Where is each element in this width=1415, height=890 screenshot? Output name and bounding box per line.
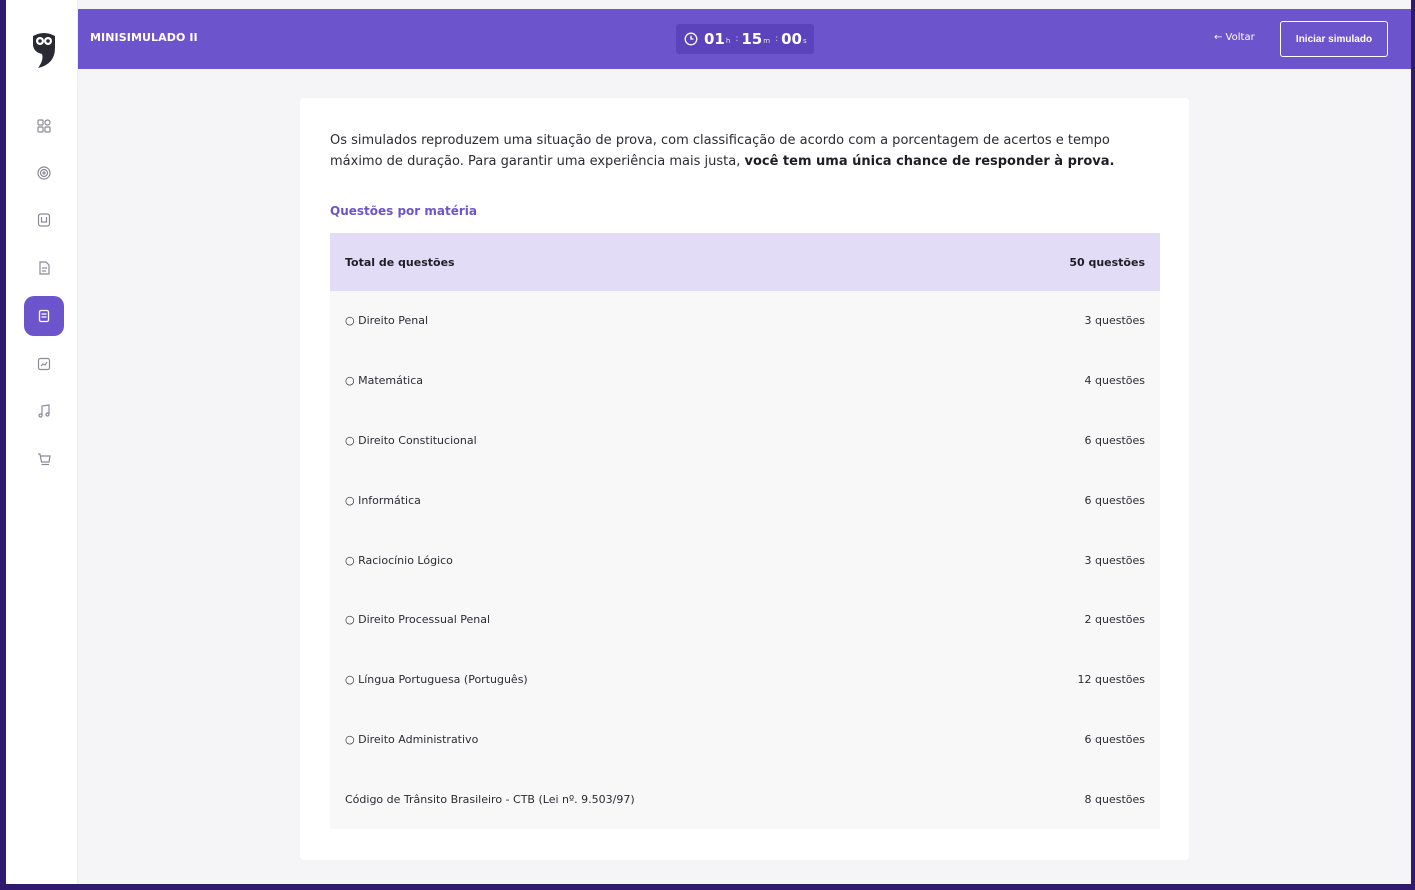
table-row: ○ Direito Administrativo 6 questões (330, 709, 1160, 770)
timer-hours: 01 (704, 30, 725, 48)
subject-name: ○ Informática (345, 493, 421, 507)
simulado-info-card: Os simulados reproduzem uma situação de … (300, 98, 1189, 860)
subject-count: 2 questões (1084, 613, 1146, 627)
back-link[interactable]: ← Voltar (1214, 32, 1255, 43)
table-row: Código de Trânsito Brasileiro - CTB (Lei… (330, 769, 1160, 830)
subject-count: 3 questões (1084, 553, 1146, 567)
table-header-row: Total de questões 50 questões (330, 233, 1160, 291)
timer-seconds-unit: s (802, 37, 807, 45)
table-row: ○ Matemática 4 questões (330, 350, 1160, 411)
subject-count: 6 questões (1084, 732, 1146, 746)
owl-logo-icon[interactable] (30, 30, 58, 70)
table-row: ○ Direito Penal 3 questões (330, 291, 1160, 351)
subjects-table: Total de questões 50 questões ○ Direito … (330, 233, 1160, 830)
total-value: 50 questões (1069, 255, 1145, 269)
target-icon (37, 166, 51, 180)
table-row: ○ Direito Processual Penal 2 questões (330, 589, 1160, 650)
subject-name: ○ Direito Constitucional (345, 433, 477, 447)
timer-seconds: 00 (781, 30, 802, 48)
book-icon (37, 213, 51, 227)
music-icon (38, 404, 50, 418)
clock-icon (684, 32, 698, 46)
intro-text: Os simulados reproduzem uma situação de … (330, 130, 1160, 172)
subject-count: 4 questões (1084, 374, 1146, 388)
subject-count: 12 questões (1077, 673, 1146, 687)
timer-minutes: 15 (741, 30, 763, 48)
nav-documents[interactable] (24, 248, 64, 288)
total-label: Total de questões (345, 255, 455, 269)
subject-name: ○ Direito Administrativo (345, 732, 479, 746)
page-title: MINISIMULADO II (90, 31, 198, 44)
nav-performance[interactable] (24, 344, 64, 384)
document-icon (39, 261, 50, 275)
sidebar (6, 0, 78, 884)
subject-name: ○ Direito Processual Penal (345, 613, 491, 627)
timer-separator: : (735, 34, 739, 44)
section-title: Questões por matéria (330, 204, 477, 218)
timer-separator: : (775, 34, 779, 44)
subject-count: 6 questões (1084, 433, 1146, 447)
nav-store[interactable] (24, 439, 64, 479)
subject-name: ○ Língua Portuguesa (Português) (345, 673, 528, 687)
cart-icon (38, 453, 51, 466)
table-row: ○ Raciocínio Lógico 3 questões (330, 530, 1160, 590)
timer-minutes-unit: m (763, 37, 771, 45)
nav-audio[interactable] (24, 391, 64, 431)
app-frame: MINISIMULADO II 01 h : 15 m : 00 s ← Vol… (6, 0, 1411, 884)
subject-count: 8 questões (1084, 792, 1146, 806)
nav-goals[interactable] (24, 153, 64, 193)
dashboard-icon (37, 119, 51, 133)
subject-count: 6 questões (1084, 493, 1146, 507)
nav-simulados[interactable] (24, 296, 64, 336)
subject-name: ○ Raciocínio Lógico (345, 553, 453, 567)
countdown-timer: 01 h : 15 m : 00 s (676, 24, 814, 54)
top-bar: MINISIMULADO II 01 h : 15 m : 00 s ← Vol… (78, 9, 1411, 69)
exam-icon (38, 309, 50, 323)
nav-dashboard[interactable] (24, 106, 64, 146)
intro-emphasis: você tem uma única chance de responder à… (744, 154, 1115, 169)
chart-icon (37, 357, 51, 371)
subject-name: ○ Direito Penal (345, 314, 429, 328)
subject-name: ○ Matemática (345, 374, 424, 388)
timer-hours-unit: h (725, 37, 731, 45)
subject-name: Código de Trânsito Brasileiro - CTB (Lei… (345, 792, 635, 806)
table-row: ○ Informática 6 questões (330, 470, 1160, 531)
table-row: ○ Direito Constitucional 6 questões (330, 410, 1160, 471)
nav-courses[interactable] (24, 200, 64, 240)
subject-count: 3 questões (1084, 314, 1146, 328)
table-row: ○ Língua Portuguesa (Português) 12 quest… (330, 649, 1160, 710)
start-simulado-button[interactable]: Iniciar simulado (1280, 21, 1388, 57)
